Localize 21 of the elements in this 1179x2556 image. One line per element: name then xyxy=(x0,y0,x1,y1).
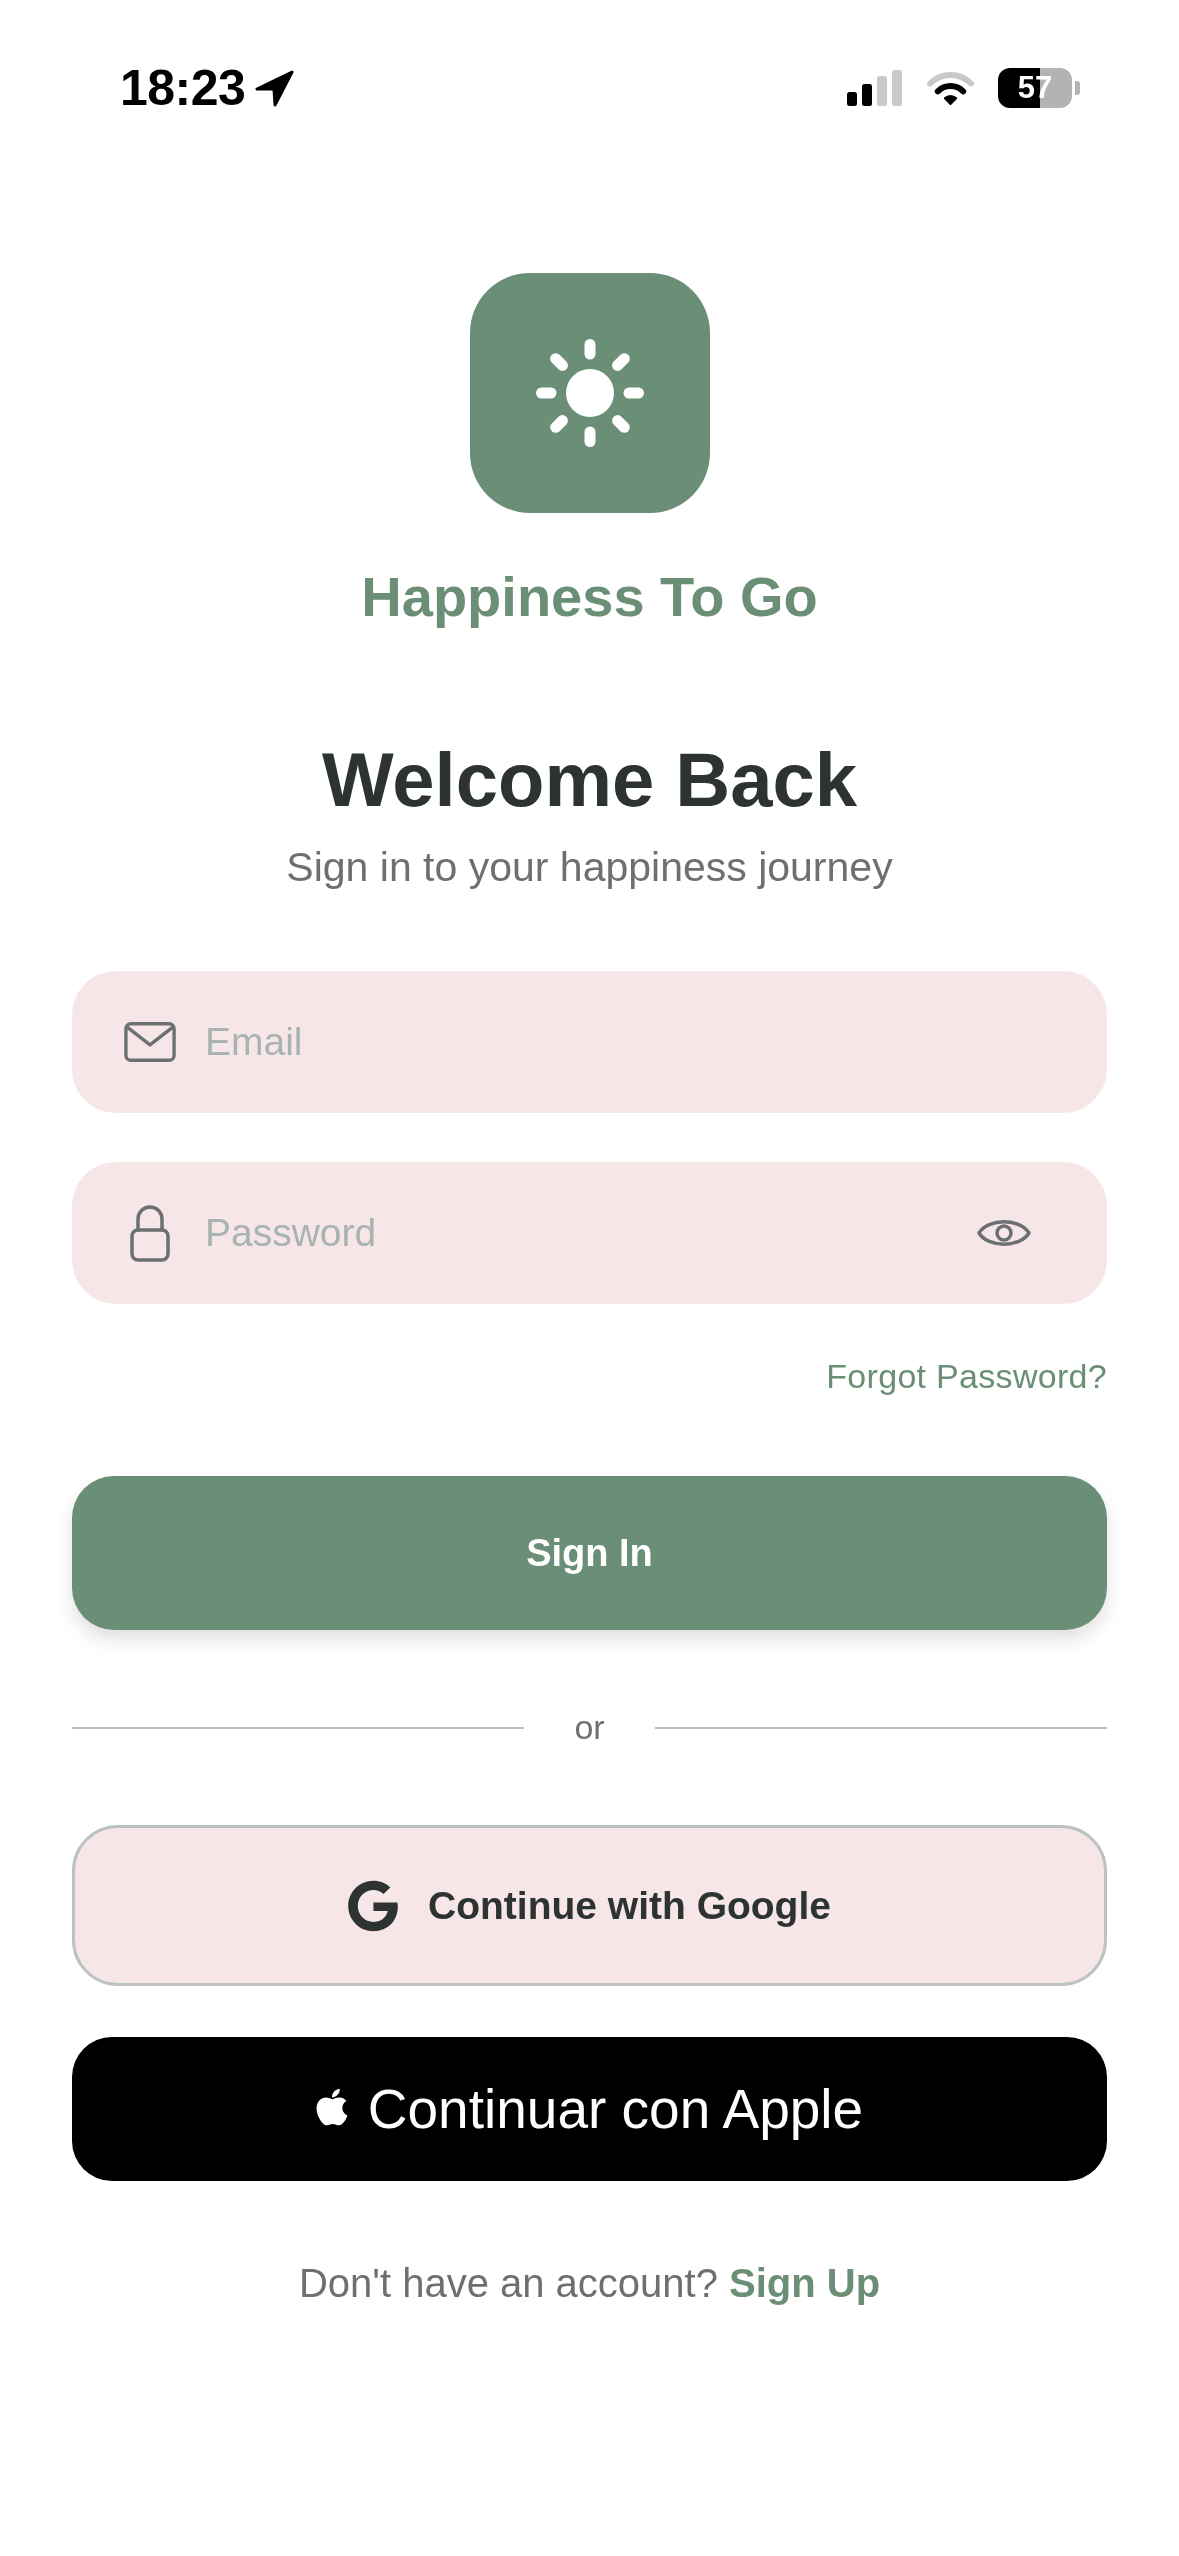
apple-logo-icon xyxy=(315,2086,348,2128)
password-field[interactable]: Password xyxy=(72,1162,1107,1304)
apple-sign-in-button[interactable]: Continuar con Apple xyxy=(72,2037,1107,2181)
sun-icon xyxy=(469,273,710,513)
forgot-password-link[interactable]: Forgot Password? xyxy=(826,1356,1107,1397)
sign-in-button[interactable]: Sign In xyxy=(72,1476,1107,1630)
google-logo-icon xyxy=(348,1879,398,1932)
status-time: 18:23 xyxy=(120,59,246,118)
welcome-title: Welcome Back xyxy=(321,736,858,824)
email-field[interactable]: Email xyxy=(72,971,1107,1113)
wifi-icon xyxy=(925,70,976,106)
signal-icon xyxy=(847,70,903,106)
welcome-subtitle: Sign in to your happiness journey xyxy=(286,843,893,891)
mail-icon xyxy=(124,1021,176,1063)
signup-prompt: Don't have an account? xyxy=(298,2260,718,2307)
google-sign-in-button[interactable]: Continue with Google xyxy=(72,1825,1107,1986)
app-name: Happiness To Go xyxy=(361,564,818,630)
sign-up-link[interactable]: Sign Up xyxy=(728,2259,881,2307)
divider-text: or xyxy=(574,1707,605,1748)
location-arrow-icon xyxy=(255,69,295,107)
lock-icon xyxy=(129,1204,171,1262)
